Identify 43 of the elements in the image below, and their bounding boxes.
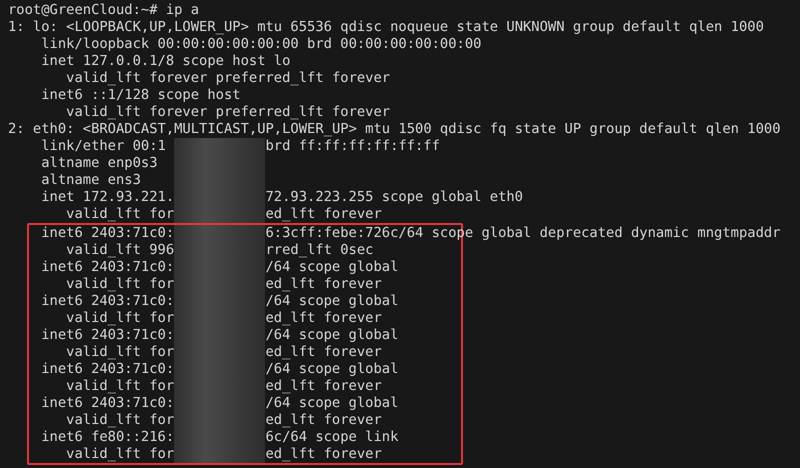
terminal-text: 6c/64 scope link (265, 429, 398, 446)
terminal-text: inet6 2403:71c0: (40, 361, 174, 377)
terminal-line: 1: lo: <LOOPBACK,UP,LOWER_UP> mtu 65536 qdisc noqueue state UNKNOWN group default qlen 1000 (8, 19, 764, 36)
terminal-line: 2: eth0: <BROADCAST,MULTICAST,UP,LOWER_UP> mtu 1500 qdisc fq state UP group default qlen 1000 (8, 121, 780, 138)
terminal-text: valid_lft for (65, 344, 174, 360)
terminal-text: inet6 2403:71c0: (40, 225, 174, 241)
terminal-text: 72.93.223.255 scope global eth0 (265, 189, 523, 206)
terminal-text: valid_lft for (65, 412, 174, 428)
terminal-text: ed_lft forever (265, 310, 382, 327)
terminal-text: altname enp0s3 (40, 155, 158, 171)
terminal-text: ed_lft forever (265, 344, 382, 361)
terminal-text: /64 scope global (265, 361, 398, 378)
terminal-text: inet6 2403:71c0: (40, 395, 174, 411)
terminal-line: inet 127.0.0.1/8 scope host lo (40, 53, 290, 70)
terminal-text: valid_lft 996 (65, 242, 174, 258)
terminal-text: valid_lft for (65, 206, 174, 222)
terminal-line: root@GreenCloud:~# ip a (8, 2, 200, 19)
terminal-text: link/ether 00:1 (40, 138, 166, 154)
terminal-line: valid_lft forever preferred_lft forever (65, 104, 390, 121)
terminal-text: valid_lft for (65, 446, 174, 462)
terminal-text: /64 scope global (265, 395, 398, 412)
terminal-text: ed_lft forever (265, 378, 382, 395)
terminal-text: inet6 2403:71c0: (40, 293, 174, 309)
terminal-text: valid_lft for (65, 310, 174, 326)
terminal-text: ed_lft forever (265, 206, 382, 223)
terminal-text: /64 scope global (265, 259, 398, 276)
terminal-text: ed_lft forever (265, 412, 382, 429)
terminal-text: inet6 2403:71c0: (40, 259, 174, 275)
terminal-text: /64 scope global (265, 327, 398, 344)
terminal-line: link/loopback 00:00:00:00:00:00 brd 00:00:00:00:00:00 (40, 36, 482, 53)
terminal-text: inet 172.93.221. (40, 189, 174, 205)
terminal-text: rred_lft 0sec (265, 242, 374, 259)
terminal-line: valid_lft forever preferred_lft forever (65, 70, 390, 87)
terminal-text: valid_lft for (65, 378, 174, 394)
terminal-text: ed_lft forever (265, 446, 382, 463)
terminal-text: inet6 2403:71c0: (40, 327, 174, 343)
terminal-text: inet6 fe80::216: (40, 429, 174, 445)
terminal-text: valid_lft for (65, 276, 174, 292)
terminal-line: inet6 ::1/128 scope host (40, 87, 241, 104)
terminal-text: altname ens3 (40, 172, 141, 188)
terminal-text: brd ff:ff:ff:ff:ff:ff (265, 138, 440, 155)
terminal-text: /64 scope global (265, 293, 398, 310)
terminal-text: ed_lft forever (265, 276, 382, 293)
